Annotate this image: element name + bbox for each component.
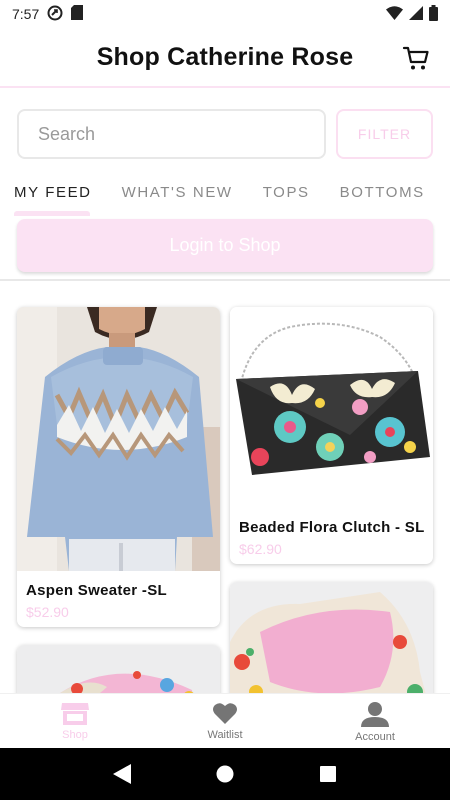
product-card[interactable]: Aspen Sweater -SL $52.90 — [17, 307, 220, 627]
product-image — [17, 645, 220, 693]
nav-account[interactable]: Account — [300, 694, 450, 748]
nav-shop[interactable]: Shop — [0, 694, 150, 748]
status-time: 7:57 — [12, 6, 40, 22]
account-icon — [361, 702, 389, 727]
tab-bottoms[interactable]: BOTTOMS — [340, 184, 425, 201]
cart-icon — [402, 46, 429, 70]
tab-tops[interactable]: TOPS — [263, 184, 310, 201]
tab-whats-new[interactable]: WHAT'S NEW — [122, 184, 233, 201]
nav-label-account: Account — [355, 731, 395, 743]
product-price: $62.90 — [239, 541, 282, 557]
battery-icon — [429, 4, 438, 24]
product-price: $52.90 — [26, 604, 69, 620]
recents-button[interactable] — [313, 759, 343, 789]
sd-card-icon — [71, 5, 84, 23]
filter-button[interactable]: FILTER — [336, 109, 433, 159]
app-header: Shop Catherine Rose — [0, 28, 450, 88]
search-input[interactable] — [17, 109, 326, 159]
home-button[interactable] — [210, 759, 240, 789]
product-image — [230, 307, 433, 507]
home-icon — [216, 765, 234, 783]
heart-icon — [213, 703, 237, 724]
product-card[interactable] — [230, 582, 433, 693]
product-grid: Aspen Sweater -SL $52.90 Beaded Flora Cl… — [0, 281, 450, 693]
back-button[interactable] — [107, 759, 137, 789]
product-image — [17, 307, 220, 571]
product-image — [230, 582, 433, 693]
wifi-icon — [386, 5, 403, 23]
shop-icon — [61, 703, 89, 725]
bottom-nav: Shop Waitlist Account — [0, 693, 450, 748]
cart-button[interactable] — [402, 44, 430, 72]
product-card[interactable]: Beaded Flora Clutch - SL $62.90 — [230, 307, 433, 564]
product-name: Aspen Sweater -SL — [26, 582, 167, 599]
cell-signal-icon — [409, 5, 423, 23]
tab-my-feed[interactable]: MY FEED — [14, 184, 92, 201]
search-row: FILTER — [17, 109, 433, 159]
status-bar: 7:57 — [0, 0, 450, 28]
system-nav-bar — [0, 748, 450, 800]
page-title: Shop Catherine Rose — [96, 42, 354, 71]
active-tab-indicator — [14, 211, 90, 216]
product-card[interactable] — [17, 645, 220, 693]
recents-icon — [320, 766, 337, 782]
login-to-shop-button[interactable]: Login to Shop — [17, 219, 433, 272]
category-tabs: MY FEED WHAT'S NEW TOPS BOTTOMS D — [0, 176, 450, 208]
nav-label-shop: Shop — [62, 729, 88, 741]
product-name: Beaded Flora Clutch - SL — [239, 519, 425, 536]
app-screen: 7:57 Shop Catherine Rose Search FILTER M… — [0, 0, 450, 800]
nav-waitlist[interactable]: Waitlist — [150, 694, 300, 748]
sync-icon — [47, 5, 63, 24]
back-icon — [112, 764, 131, 784]
nav-label-waitlist: Waitlist — [207, 729, 243, 741]
